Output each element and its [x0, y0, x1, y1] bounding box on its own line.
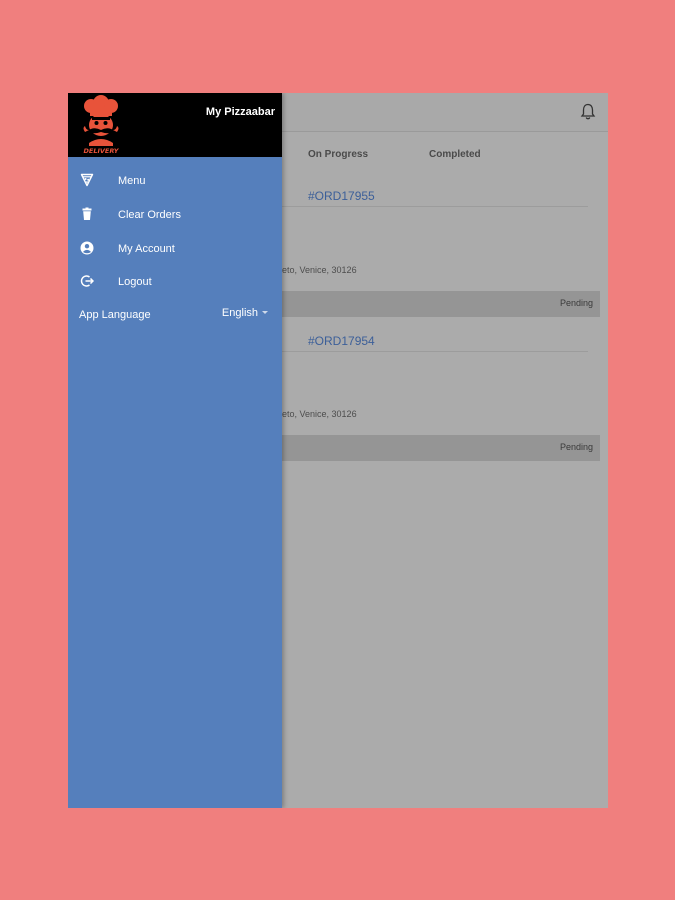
side-drawer: DELIVERY My Pizzaabar Menu Clear Orders	[68, 93, 282, 808]
app-name: My Pizzaabar	[205, 106, 275, 118]
language-select[interactable]: English	[222, 307, 268, 325]
status-badge: Pending	[559, 442, 593, 452]
pizza-icon	[80, 173, 94, 187]
drawer-item-label: My Account	[118, 243, 175, 255]
divider	[278, 206, 588, 207]
order-id: #ORD17955	[308, 189, 375, 203]
status-badge: Pending	[559, 298, 593, 308]
order-id: #ORD17954	[308, 334, 375, 348]
tab-on-progress[interactable]: On Progress	[308, 149, 368, 160]
order-address: eneto, Venice, 30126	[272, 409, 357, 419]
drawer-item-label: Menu	[118, 175, 146, 187]
drawer-item-menu[interactable]: Menu	[68, 166, 282, 196]
svg-text:DELIVERY: DELIVERY	[84, 147, 120, 155]
drawer-item-label: Clear Orders	[118, 209, 181, 221]
app-language-label: App Language	[79, 309, 151, 321]
drawer-item-my-account[interactable]: My Account	[68, 234, 282, 264]
account-icon	[80, 241, 94, 255]
tab-completed[interactable]: Completed	[429, 149, 481, 160]
logout-icon	[80, 275, 94, 287]
drawer-item-logout[interactable]: Logout	[68, 267, 282, 297]
drawer-item-label: Logout	[118, 276, 152, 288]
app-language-row: App Language English	[68, 305, 282, 327]
divider	[278, 351, 588, 352]
order-address: eneto, Venice, 30126	[272, 265, 357, 275]
device-screen: On Progress Completed #ORD17955 eneto, V…	[68, 93, 608, 808]
trash-icon	[82, 207, 92, 220]
language-select-value: English	[221, 307, 258, 319]
chevron-down-icon	[262, 311, 268, 314]
bell-icon[interactable]	[580, 103, 596, 121]
chef-logo-icon: DELIVERY	[83, 95, 120, 155]
drawer-item-clear-orders[interactable]: Clear Orders	[68, 200, 282, 230]
drawer-header: DELIVERY My Pizzaabar	[68, 93, 282, 157]
